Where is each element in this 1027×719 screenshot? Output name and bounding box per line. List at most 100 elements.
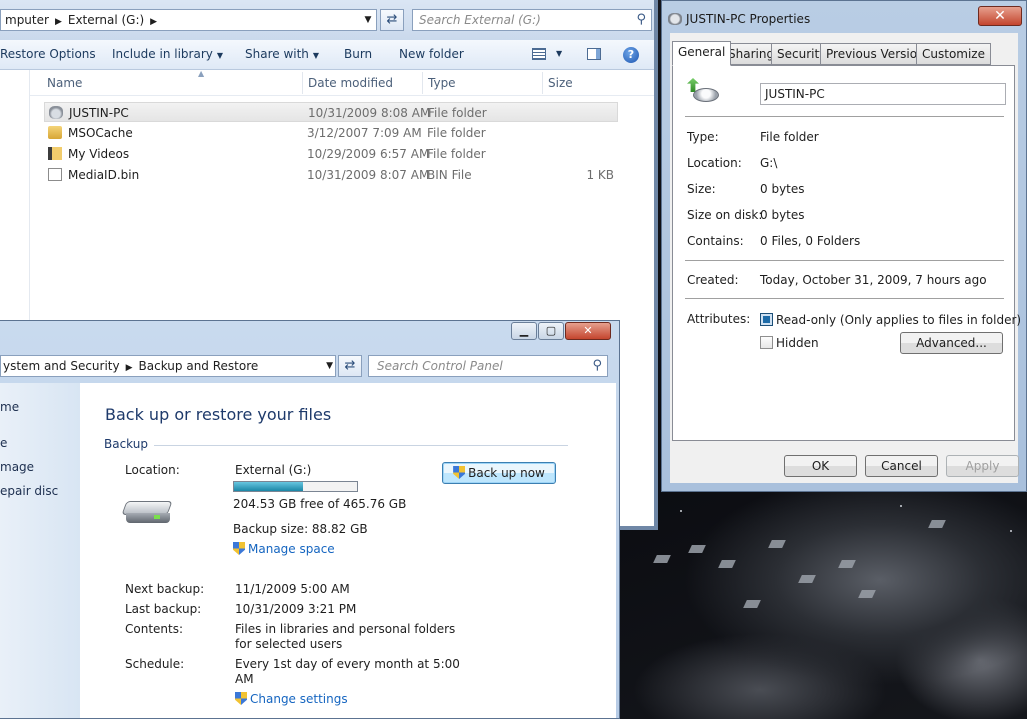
page-title: Back up or restore your files: [105, 405, 332, 424]
task-link-system-image[interactable]: mage: [0, 460, 34, 474]
tab-customize[interactable]: Customize: [916, 43, 991, 65]
cancel-button[interactable]: Cancel: [865, 455, 938, 477]
wallpaper-ship: [928, 520, 946, 528]
file-row-mediaid[interactable]: MediaID.bin 10/31/2009 8:07 AM BIN File …: [44, 165, 618, 185]
task-link[interactable]: e: [0, 436, 7, 450]
backup-restore-window: ▁ ▢ ✕ ystem and Security ▶ Backup and Rest…: [0, 320, 620, 719]
search-icon[interactable]: ⚲: [636, 12, 646, 27]
address-bar[interactable]: mputer ▶ External (G:) ▶ ▼: [0, 9, 377, 31]
close-icon: ✕: [583, 324, 593, 337]
wallpaper-star: [1010, 530, 1012, 532]
manage-space-label: Manage space: [248, 542, 335, 556]
file-row-my-videos[interactable]: My Videos 10/29/2009 6:57 AM File folder: [44, 144, 618, 164]
column-date-modified[interactable]: Date modified: [308, 76, 393, 90]
maximize-button[interactable]: ▢: [538, 322, 564, 340]
tab-general[interactable]: General: [672, 41, 732, 66]
explorer-address-bar-area: mputer ▶ External (G:) ▶ ▼ ⇄ Search Externa…: [0, 0, 654, 40]
folder-name-field[interactable]: JUSTIN-PC: [760, 83, 1006, 105]
manage-space-link[interactable]: Manage space: [233, 542, 335, 556]
help-icon[interactable]: ?: [623, 47, 639, 63]
burn-button[interactable]: Burn: [344, 47, 372, 61]
wallpaper-ship: [653, 555, 671, 563]
file-date: 10/29/2009 6:57 AM: [307, 147, 430, 161]
search-icon[interactable]: ⚲: [592, 358, 602, 373]
change-view-icon[interactable]: [532, 48, 546, 60]
chevron-down-icon[interactable]: ▼: [326, 356, 333, 376]
column-name[interactable]: Name: [47, 76, 82, 90]
new-folder-button[interactable]: New folder: [399, 47, 464, 61]
type-value: File folder: [760, 130, 819, 144]
next-backup-label: Next backup:: [125, 582, 205, 596]
maximize-icon: ▢: [545, 324, 557, 337]
breadcrumb-external-drive[interactable]: External (G:): [68, 13, 144, 27]
chevron-down-icon[interactable]: ▼: [360, 10, 376, 30]
apply-button[interactable]: Apply: [946, 455, 1019, 477]
advanced-button[interactable]: Advanced...: [900, 332, 1003, 354]
column-divider[interactable]: [422, 72, 423, 94]
refresh-icon: ⇄: [386, 12, 398, 27]
disk-usage-fill: [234, 482, 303, 491]
chevron-right-icon[interactable]: ▶: [55, 17, 62, 27]
preview-pane-icon[interactable]: [587, 48, 601, 60]
schedule-line-1: Every 1st day of every month at 5:00: [235, 657, 460, 671]
shield-icon: [233, 542, 245, 555]
chevron-down-icon: ▼: [216, 51, 224, 60]
change-settings-link[interactable]: Change settings: [235, 692, 348, 706]
file-type: File folder: [427, 147, 486, 161]
column-type[interactable]: Type: [428, 76, 456, 90]
file-name: My Videos: [68, 147, 130, 161]
divider: [685, 116, 1004, 117]
file-row-justin-pc[interactable]: JUSTIN-PC 10/31/2009 8:08 AM File folder: [44, 102, 618, 122]
file-date: 10/31/2009 8:08 AM: [308, 106, 431, 120]
hidden-checkbox[interactable]: [760, 336, 773, 349]
include-in-library-button[interactable]: Include in library ▼: [112, 47, 223, 61]
search-placeholder: Search Control Panel: [377, 359, 503, 373]
location-value: G:\: [760, 156, 778, 170]
task-link-home[interactable]: me: [0, 400, 19, 414]
readonly-label: Read-only (Only applies to files in fold…: [776, 313, 1022, 327]
refresh-button[interactable]: ⇄: [338, 355, 362, 377]
breadcrumb-computer[interactable]: mputer: [5, 13, 49, 27]
search-input[interactable]: Search Control Panel ⚲: [368, 355, 608, 377]
wallpaper-ship: [858, 590, 876, 598]
backup-content: me e mage epair disc Back up or restore …: [0, 383, 616, 718]
schedule-label: Schedule:: [125, 657, 185, 671]
minimize-button[interactable]: ▁: [511, 322, 537, 340]
size-on-disk-label: Size on disk:: [687, 208, 763, 222]
size-value: 0 bytes: [760, 182, 805, 196]
chevron-down-icon: ▼: [312, 51, 320, 60]
column-divider[interactable]: [542, 72, 543, 94]
close-button[interactable]: ✕: [565, 322, 611, 340]
change-settings-label: Change settings: [250, 692, 348, 706]
file-type: File folder: [428, 106, 487, 120]
share-with-button[interactable]: Share with ▼: [245, 47, 319, 61]
properties-dialog: JUSTIN-PC Properties ✕ General Sharing S…: [661, 0, 1027, 492]
column-size[interactable]: Size: [548, 76, 573, 90]
drive-icon: [668, 13, 682, 25]
column-divider[interactable]: [302, 72, 303, 94]
task-link-repair-disc[interactable]: epair disc: [0, 484, 58, 498]
file-type: File folder: [427, 126, 486, 140]
readonly-checkbox[interactable]: [760, 313, 773, 326]
chevron-right-icon[interactable]: ▶: [150, 17, 157, 27]
chevron-down-icon[interactable]: ▼: [556, 49, 562, 58]
minimize-icon: ▁: [519, 324, 529, 337]
size-on-disk-value: 0 bytes: [760, 208, 805, 222]
share-with-label: Share with: [245, 47, 309, 61]
close-button[interactable]: ✕: [978, 6, 1022, 26]
restore-options-button[interactable]: Restore Options: [0, 47, 96, 61]
ok-button[interactable]: OK: [784, 455, 857, 477]
back-up-now-button[interactable]: Back up now: [442, 462, 556, 484]
address-bar[interactable]: ystem and Security ▶ Backup and Restore ▼: [0, 355, 336, 377]
breadcrumb-system-security[interactable]: ystem and Security: [3, 359, 120, 373]
last-backup-value: 10/31/2009 3:21 PM: [235, 602, 357, 616]
free-space: 204.53 GB free of 465.76 GB: [233, 497, 407, 511]
file-row-msocache[interactable]: MSOCache 3/12/2007 7:09 AM File folder: [44, 123, 618, 143]
section-heading: Backup: [104, 437, 148, 451]
refresh-button[interactable]: ⇄: [380, 9, 404, 31]
search-input[interactable]: Search External (G:) ⚲: [412, 9, 652, 31]
chevron-right-icon[interactable]: ▶: [126, 363, 133, 373]
general-tab-panel: JUSTIN-PC Type: File folder Location: G:…: [672, 65, 1021, 441]
contents-line-1: Files in libraries and personal folders: [235, 622, 456, 636]
breadcrumb-backup-restore[interactable]: Backup and Restore: [139, 359, 259, 373]
